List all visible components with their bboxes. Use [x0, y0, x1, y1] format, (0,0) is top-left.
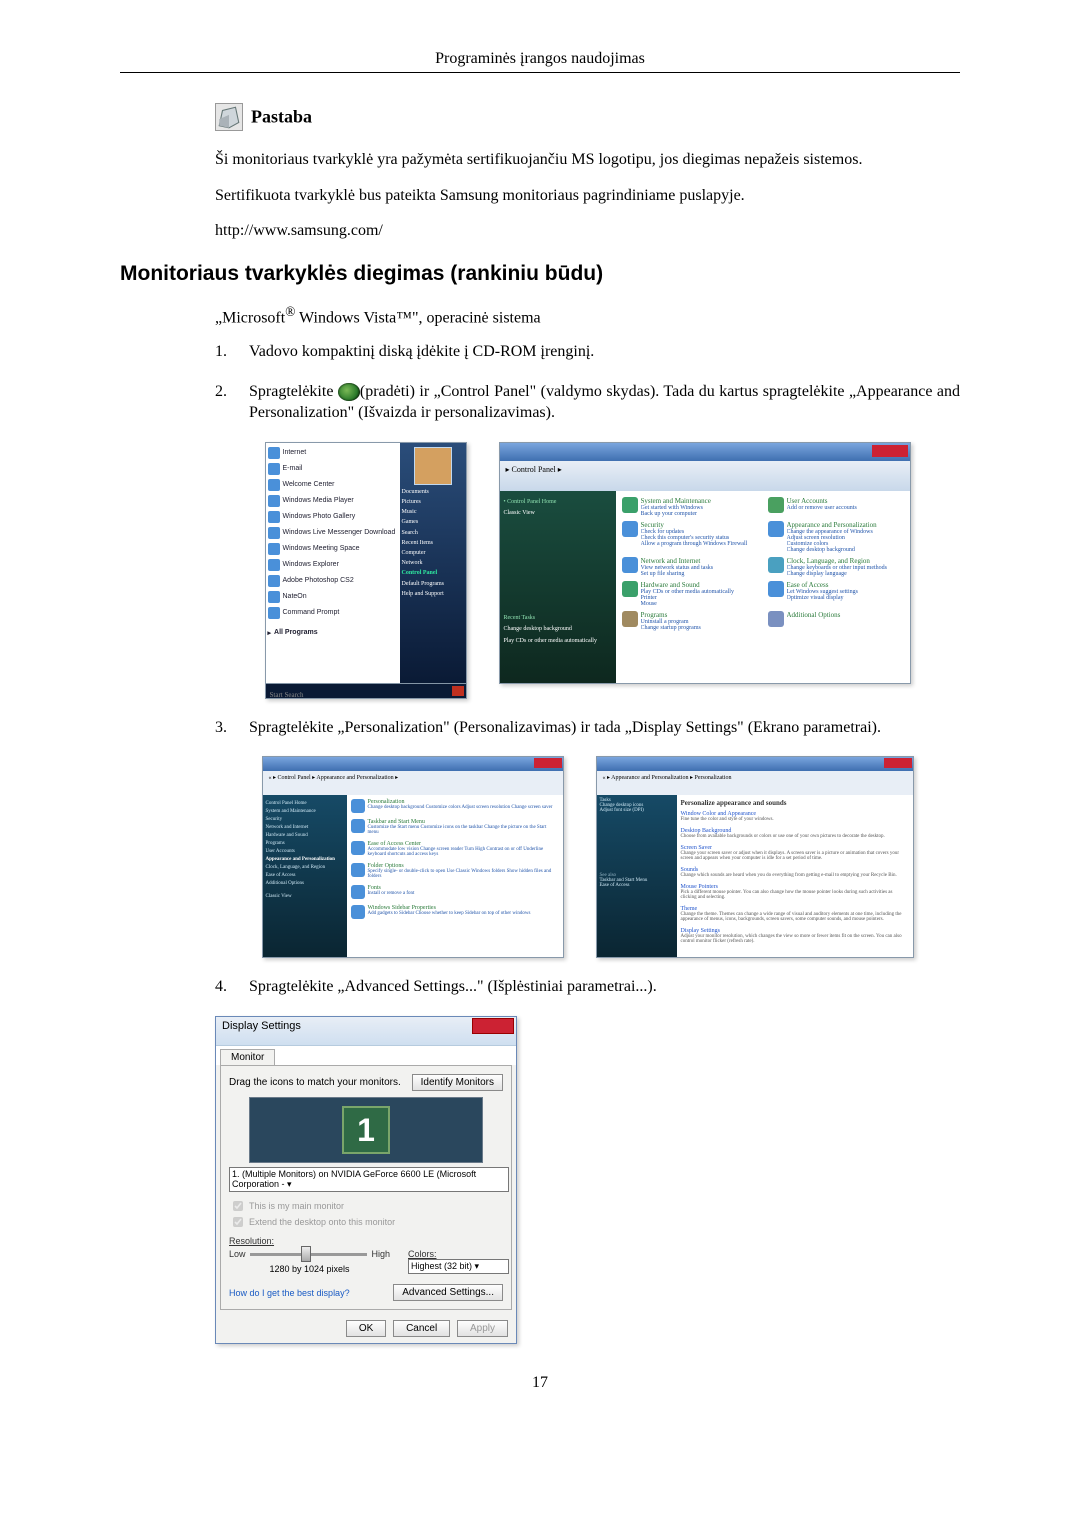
personalization-link[interactable]: ThemeChange the theme. Themes can change… — [681, 906, 909, 922]
cancel-button[interactable]: Cancel — [393, 1320, 450, 1337]
start-menu-item[interactable]: Welcome Center — [268, 477, 398, 493]
start-menu-right-item[interactable]: Documents — [402, 489, 464, 496]
start-menu-right-item[interactable]: Search — [402, 530, 464, 537]
resolution-label: Resolution: — [229, 1236, 390, 1246]
control-panel-screenshot: ▸ Control Panel ▸ • Control Panel Home C… — [499, 442, 911, 684]
monitor-select[interactable]: 1. (Multiple Monitors) on NVIDIA GeForce… — [229, 1167, 509, 1192]
personalization-screenshot: « ▸ Appearance and Personalization ▸ Per… — [596, 756, 914, 958]
control-panel-category[interactable]: Hardware and SoundPlay CDs or other medi… — [622, 581, 758, 607]
section-title: Monitoriaus tvarkyklės diegimas (rankini… — [120, 262, 960, 286]
appearance-category[interactable]: Folder OptionsSpecify single- or double-… — [351, 863, 559, 879]
personalization-link[interactable]: Display SettingsAdjust your monitor reso… — [681, 928, 909, 944]
control-panel-category[interactable]: Clock, Language, and RegionChange keyboa… — [768, 557, 904, 577]
tab-monitor[interactable]: Monitor — [220, 1049, 275, 1065]
colors-select[interactable]: Highest (32 bit) ▾ — [408, 1259, 509, 1274]
appearance-category[interactable]: Windows Sidebar PropertiesAdd gadgets to… — [351, 905, 559, 919]
resolution-value: 1280 by 1024 pixels — [229, 1264, 390, 1274]
start-menu-item[interactable]: NateOn — [268, 589, 398, 605]
advanced-settings-button[interactable]: Advanced Settings... — [393, 1284, 503, 1301]
ok-button[interactable]: OK — [346, 1320, 386, 1337]
colors-label: Colors: — [408, 1249, 503, 1259]
personalization-link[interactable]: Screen SaverChange your screen saver or … — [681, 845, 909, 861]
monitor-1[interactable]: 1 — [342, 1106, 390, 1154]
apply-button: Apply — [457, 1320, 508, 1337]
control-panel-menuitem[interactable]: Control Panel — [402, 570, 464, 577]
step-3: 3. Spragtelėkite „Personalization" (Pers… — [215, 717, 960, 739]
help-link[interactable]: How do I get the best display? — [229, 1288, 350, 1298]
note-url: http://www.samsung.com/ — [215, 220, 960, 242]
start-menu-right-item[interactable]: Music — [402, 509, 464, 516]
step-2: 2. Spragtelėkite (pradėti) ir „Control P… — [215, 381, 960, 424]
start-menu-item[interactable]: Windows Meeting Space — [268, 541, 398, 557]
control-panel-category[interactable]: Network and InternetView network status … — [622, 557, 758, 577]
start-menu-right-item[interactable]: Pictures — [402, 499, 464, 506]
start-orb-icon — [338, 383, 360, 401]
control-panel-category[interactable]: Appearance and PersonalizationChange the… — [768, 521, 904, 553]
note-paragraph-1: Ši monitoriaus tvarkyklė yra pažymėta se… — [215, 149, 960, 171]
dialog-title: Display Settings — [222, 1020, 301, 1032]
control-panel-category[interactable]: Ease of AccessLet Windows suggest settin… — [768, 581, 904, 607]
os-line: „Microsoft® Windows Vista™", operacinė s… — [215, 304, 960, 327]
close-icon[interactable] — [884, 758, 912, 768]
start-menu-item[interactable]: Windows Live Messenger Download — [268, 525, 398, 541]
start-menu-item[interactable]: Internet — [268, 445, 398, 461]
page-header: Programinės įrangos naudojimas — [120, 50, 960, 68]
start-menu-right-item[interactable]: Help and Support — [402, 591, 464, 598]
start-menu-item[interactable]: Command Prompt — [268, 605, 398, 621]
appearance-category[interactable]: Taskbar and Start MenuCustomize the Star… — [351, 819, 559, 835]
display-settings-screenshot: Display Settings Monitor Drag the icons … — [215, 1016, 515, 1344]
appearance-category[interactable]: PersonalizationChange desktop background… — [351, 799, 559, 813]
extend-desktop-checkbox[interactable]: Extend the desktop onto this monitor — [229, 1214, 503, 1230]
resolution-slider[interactable] — [250, 1246, 368, 1262]
start-menu-right-item[interactable]: Network — [402, 560, 464, 567]
user-avatar — [414, 447, 452, 485]
figure-row-1: InternetE-mailWelcome CenterWindows Medi… — [215, 442, 960, 699]
start-menu-right-item[interactable]: Games — [402, 519, 464, 526]
monitor-layout-area[interactable]: 1 — [249, 1097, 483, 1163]
step-4: 4. Spragtelėkite „Advanced Settings..." … — [215, 976, 960, 998]
start-menu-item[interactable]: E-mail — [268, 461, 398, 477]
control-panel-category[interactable]: System and MaintenanceGet started with W… — [622, 497, 758, 517]
start-menu-item[interactable]: Adobe Photoshop CS2 — [268, 573, 398, 589]
identify-monitors-button[interactable]: Identify Monitors — [412, 1074, 503, 1091]
step-1: 1. Vadovo kompaktinį diską įdėkite į CD-… — [215, 341, 960, 363]
control-panel-category[interactable]: User AccountsAdd or remove user accounts — [768, 497, 904, 517]
page-number: 17 — [120, 1374, 960, 1392]
drag-hint: Drag the icons to match your monitors. — [229, 1077, 401, 1088]
personalization-link[interactable]: SoundsChange which sounds are heard when… — [681, 867, 909, 878]
start-menu-screenshot: InternetE-mailWelcome CenterWindows Medi… — [265, 442, 467, 699]
control-panel-category[interactable]: Additional Options — [768, 611, 904, 631]
appearance-category[interactable]: Ease of Access CenterAccommodate low vis… — [351, 841, 559, 857]
close-icon[interactable] — [872, 445, 908, 457]
close-icon[interactable] — [534, 758, 562, 768]
figure-row-2: « ▸ Control Panel ▸ Appearance and Perso… — [215, 756, 960, 958]
note-title: Pastaba — [251, 107, 312, 127]
note-paragraph-2: Sertifikuota tvarkyklė bus pateikta Sams… — [215, 185, 960, 207]
main-monitor-checkbox: This is my main monitor — [229, 1198, 503, 1214]
header-rule — [120, 72, 960, 73]
start-menu-item[interactable]: Windows Photo Gallery — [268, 509, 398, 525]
control-panel-category[interactable]: SecurityCheck for updatesCheck this comp… — [622, 521, 758, 553]
appearance-screenshot: « ▸ Control Panel ▸ Appearance and Perso… — [262, 756, 564, 958]
personalization-link[interactable]: Desktop BackgroundChoose from available … — [681, 828, 909, 839]
personalization-link[interactable]: Window Color and AppearanceFine tune the… — [681, 811, 909, 822]
start-menu-right-item[interactable]: Default Programs — [402, 581, 464, 588]
appearance-category[interactable]: FontsInstall or remove a font — [351, 885, 559, 899]
start-menu-item[interactable]: Windows Media Player — [268, 493, 398, 509]
start-menu-right-item[interactable]: Computer — [402, 550, 464, 557]
close-icon[interactable] — [472, 1018, 514, 1034]
start-menu-item[interactable]: Windows Explorer — [268, 557, 398, 573]
shutdown-button[interactable] — [452, 686, 464, 696]
control-panel-category[interactable]: ProgramsUninstall a programChange startu… — [622, 611, 758, 631]
personalization-link[interactable]: Mouse PointersPick a different mouse poi… — [681, 884, 909, 900]
start-menu-right-item[interactable]: Recent Items — [402, 540, 464, 547]
note-icon — [215, 103, 243, 131]
